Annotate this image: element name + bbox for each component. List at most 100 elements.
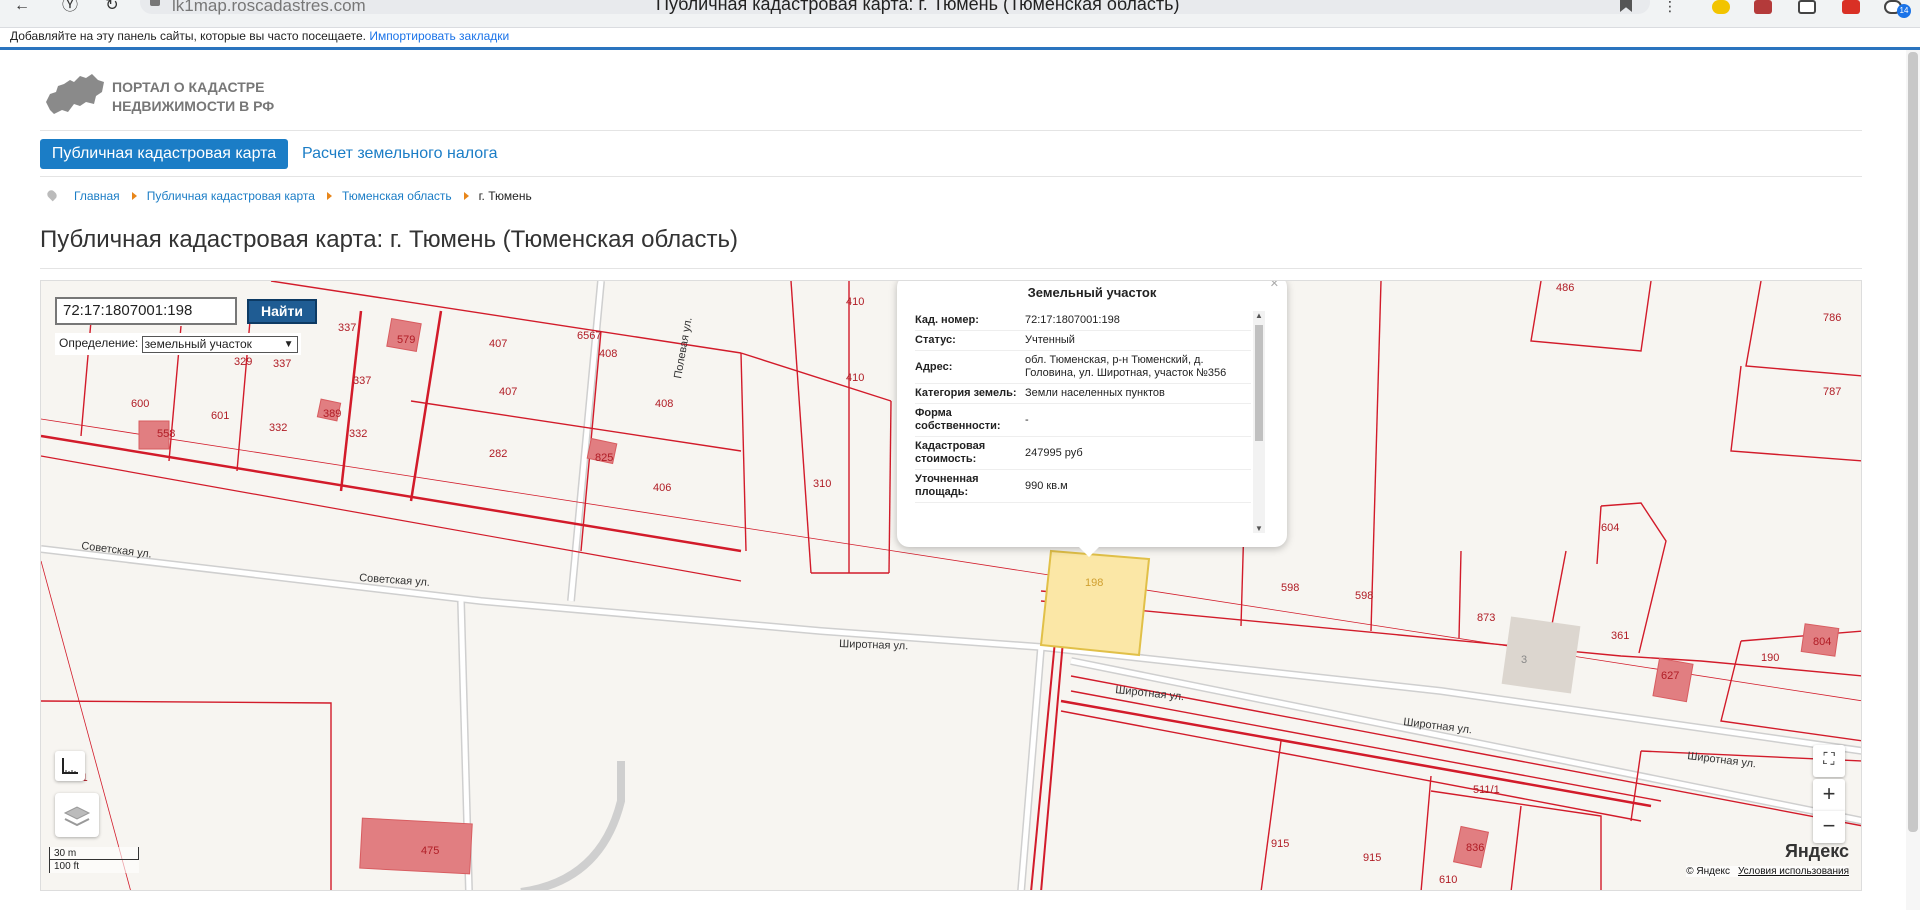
reload-icon[interactable]: ↻ — [98, 0, 126, 16]
parcel-label: 337 — [273, 358, 291, 370]
parcel-label: 310 — [813, 478, 831, 490]
popup-row: Статус: Учтенный — [915, 331, 1251, 351]
row-key: Статус: — [915, 334, 956, 346]
zoom-out-button[interactable]: − — [1813, 811, 1845, 843]
definition-row: Определение: земельный участок ▼ — [55, 333, 301, 355]
parcel-label: 486 — [1556, 282, 1574, 294]
popup-scrollbar[interactable]: ▲ ▼ — [1253, 311, 1265, 533]
parcel-label: 558 — [157, 428, 175, 440]
parcel-label: 410 — [846, 372, 864, 384]
parcel-label: 610 — [1439, 874, 1457, 886]
row-value: 990 кв.м — [1025, 479, 1068, 492]
yandex-logo[interactable]: Яндекс — [1785, 841, 1849, 862]
row-key: Форма собственности: — [915, 407, 1001, 432]
zoom-in-button[interactable]: + — [1813, 779, 1845, 811]
parcel-label: 825 — [595, 452, 613, 464]
extension-icon-1[interactable] — [1712, 0, 1730, 14]
yandex-browser-icon[interactable]: Ⓨ — [56, 0, 84, 16]
map-copyright: © Яндекс Условия использования — [1686, 866, 1849, 877]
definition-label: Определение: — [59, 336, 139, 350]
building-3 — [1501, 616, 1581, 694]
parcel-label: 579 — [397, 334, 415, 346]
breadcrumb-arrow-icon — [326, 192, 332, 200]
breadcrumb-region[interactable]: Тюменская область — [342, 189, 452, 203]
parcel-label: 787 — [1823, 386, 1841, 398]
layers-icon[interactable] — [55, 793, 99, 837]
popup-title: Земельный участок — [1027, 285, 1157, 300]
row-key: Категория земель: — [915, 387, 1017, 399]
header-divider — [40, 130, 1862, 131]
parcel-info-popup: ✕ Земельный участок Кад. номер: 72:17:180… — [897, 281, 1287, 557]
breadcrumb-home[interactable]: Главная — [74, 189, 120, 203]
scroll-down-icon[interactable]: ▼ — [1255, 524, 1263, 533]
parcel-label: 598 — [1281, 582, 1299, 594]
parcel-label: 3 — [1521, 654, 1527, 666]
popup-table: Кад. номер: 72:17:1807001:198 Статус: Учте… — [915, 311, 1251, 503]
ruler-icon[interactable] — [55, 751, 85, 781]
parcel-label: 804 — [1813, 636, 1831, 648]
popup-pointer — [1075, 543, 1103, 557]
url-text: lk1map.roscadastres.com — [172, 0, 366, 15]
bookmarks-bar: Добавляйте на эту панель сайты, которые … — [0, 28, 1920, 48]
nav-cadastral-map[interactable]: Публичная кадастровая карта — [40, 139, 288, 169]
parcel-label: 873 — [1477, 612, 1495, 624]
parcel-label: 511/1 — [1473, 784, 1500, 796]
popup-scrollbar-thumb[interactable] — [1255, 325, 1263, 441]
parcel-label: 627 — [1661, 670, 1679, 682]
row-key: Адрес: — [915, 360, 953, 373]
row-value: обл. Тюменская, р-н Тюменский, д. Голови… — [1025, 354, 1227, 379]
parcel-label: 604 — [1601, 522, 1619, 534]
row-value: - — [1025, 413, 1029, 426]
menu-dots-icon[interactable]: ⋮ — [1656, 0, 1684, 16]
popup-row: Уточненная площадь: 990 кв.м — [915, 470, 1251, 503]
extension-icon-2[interactable] — [1754, 0, 1772, 14]
definition-value: земельный участок — [144, 337, 252, 351]
selected-parcel[interactable] — [1039, 549, 1151, 657]
cadastral-number-input[interactable]: 72:17:1807001:198 — [55, 297, 237, 325]
parcel-label: 361 — [1611, 630, 1629, 642]
parcel-label: 408 — [599, 348, 617, 360]
row-key: Уточненная площадь: — [915, 473, 979, 498]
popup-row: Адрес: обл. Тюменская, р-н Тюменский, д. … — [915, 351, 1251, 384]
import-bookmarks-link[interactable]: Импортировать закладки — [369, 29, 509, 43]
page-scrollbar-thumb[interactable] — [1908, 52, 1918, 832]
page-title: Публичная кадастровая карта: г. Тюмень (… — [40, 226, 738, 253]
row-value: 247995 руб — [1025, 446, 1083, 459]
parcel-label: 329 — [234, 356, 252, 368]
breadcrumb-cadastral-map[interactable]: Публичная кадастровая карта — [147, 189, 315, 203]
nav-land-tax[interactable]: Расчет земельного налога — [302, 139, 498, 169]
row-key: Кад. номер: — [915, 314, 979, 326]
fullscreen-icon[interactable]: ⛶ — [1813, 745, 1845, 777]
extension-icon-3[interactable] — [1798, 0, 1816, 14]
parcel-label: 337 — [353, 375, 371, 387]
parcel-label: 190 — [1761, 652, 1779, 664]
find-button[interactable]: Найти — [247, 299, 317, 324]
parcel-label: 337 — [338, 322, 356, 334]
site-logo-text[interactable]: ПОРТАЛ О КАДАСТРЕ НЕДВИЖИМОСТИ В РФ — [112, 78, 312, 116]
cadastral-map[interactable]: 410 410 310 337 337 337 329 579 407 407 … — [40, 280, 1862, 891]
parcel-label: 407 — [499, 386, 517, 398]
parcel-label: 408 — [655, 398, 673, 410]
definition-select[interactable]: земельный участок ▼ — [141, 336, 298, 353]
logo-line-2: НЕДВИЖИМОСТИ В РФ — [112, 98, 275, 114]
lock-icon — [150, 0, 160, 6]
extension-badge: 14 — [1897, 4, 1911, 18]
title-divider — [40, 268, 1862, 269]
parcel-label: 389 — [323, 408, 341, 420]
parcel-label: 410 — [846, 296, 864, 308]
breadcrumb-current: г. Тюмень — [478, 189, 532, 203]
street-label: Широтная ул. — [1115, 684, 1185, 703]
parcel-label: 915 — [1271, 838, 1289, 850]
breadcrumb-arrow-icon — [463, 192, 469, 200]
parcel-label: 282 — [489, 448, 507, 460]
scroll-up-icon[interactable]: ▲ — [1255, 311, 1263, 320]
russia-map-logo-icon[interactable] — [44, 72, 106, 116]
extension-icon-4[interactable] — [1842, 0, 1860, 14]
back-icon[interactable]: ← — [8, 0, 36, 16]
nav-divider — [40, 176, 1862, 177]
row-value: Учтенный — [1025, 334, 1075, 346]
breadcrumb: Главная Публичная кадастровая карта Тюменс… — [45, 188, 532, 204]
location-pin-icon — [45, 188, 59, 202]
terms-link[interactable]: Условия использования — [1738, 866, 1849, 877]
row-key: Кадастровая стоимость: — [915, 440, 986, 465]
